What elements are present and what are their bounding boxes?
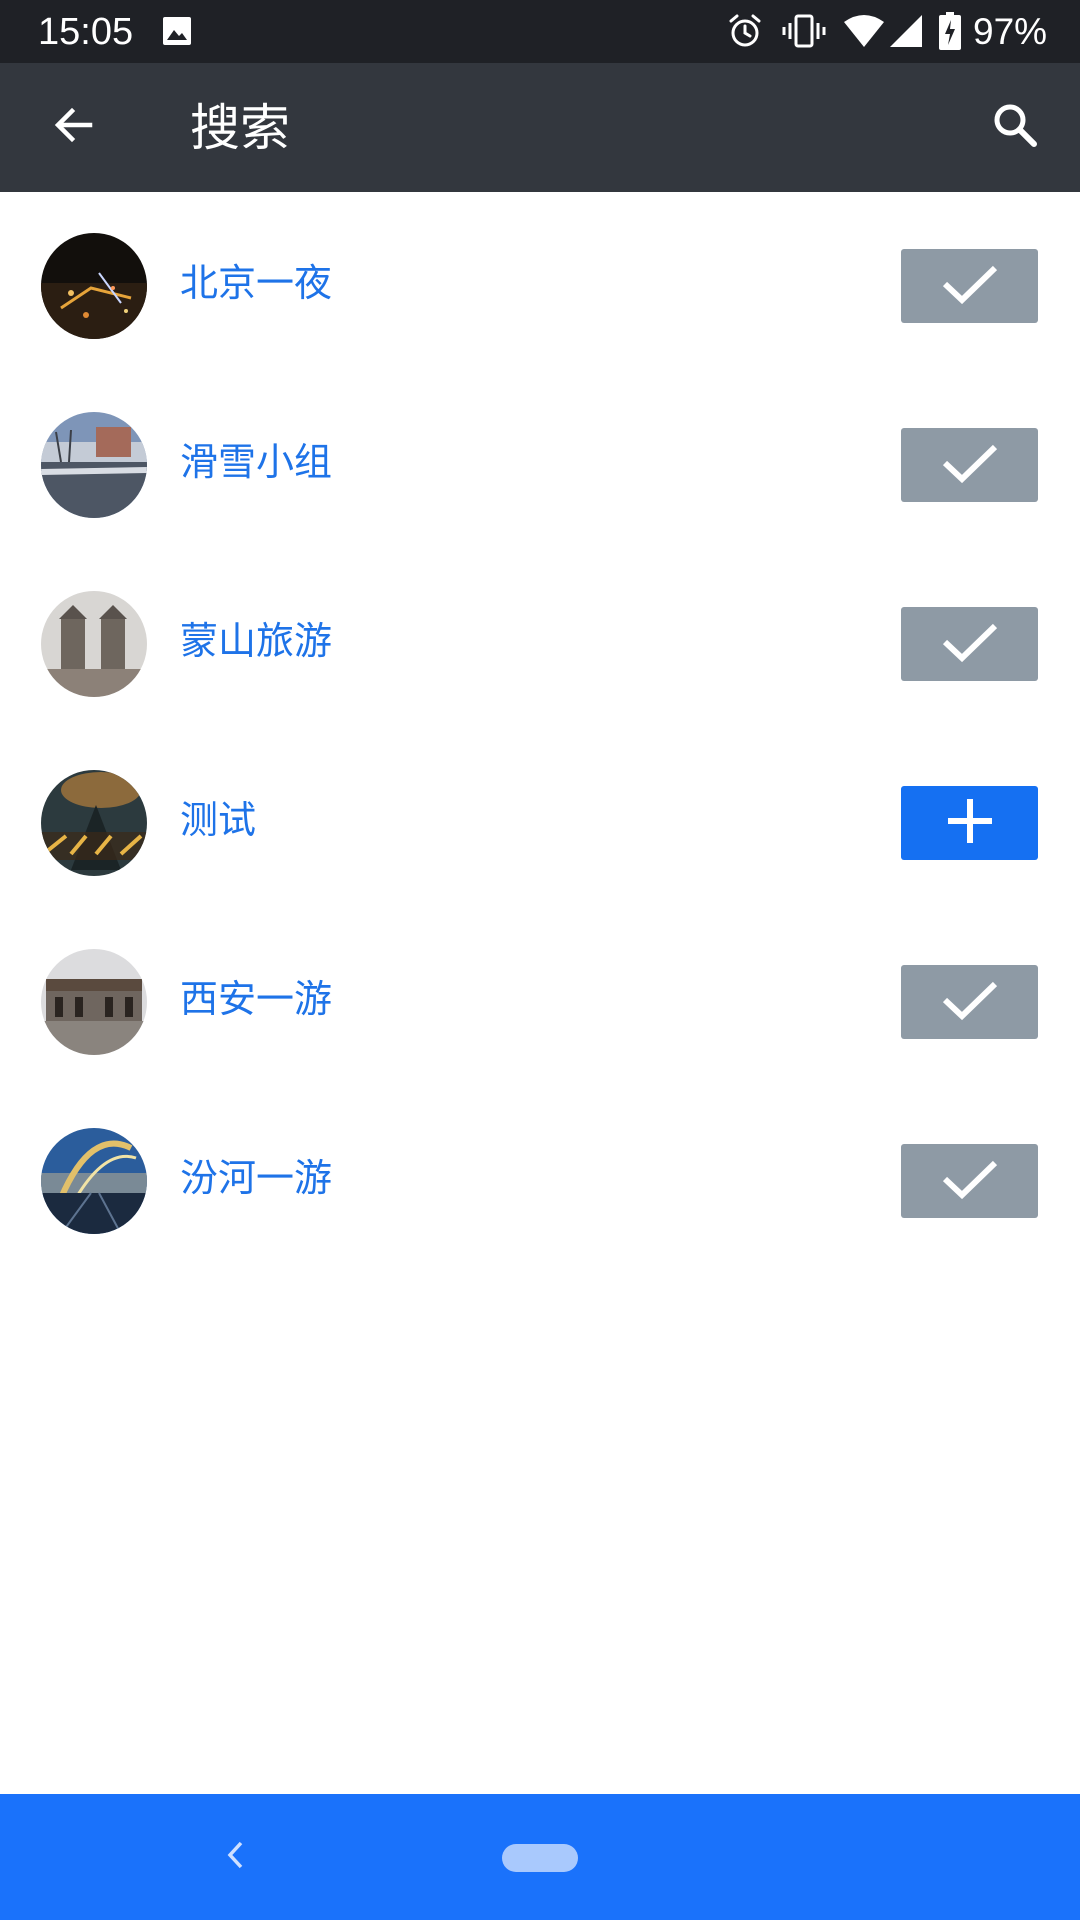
- list-item[interactable]: 滑雪小组: [0, 371, 1080, 550]
- page-title: 搜索: [190, 99, 290, 157]
- group-name[interactable]: 北京一夜: [180, 259, 332, 307]
- battery-charging-icon: [939, 12, 961, 50]
- group-name[interactable]: 蒙山旅游: [180, 617, 332, 665]
- wifi-icon: [843, 14, 885, 48]
- plus-icon: [945, 796, 995, 850]
- checkmark-icon: [940, 441, 1000, 489]
- app-bar: 搜索: [0, 63, 1080, 192]
- group-name[interactable]: 西安一游: [180, 975, 332, 1023]
- list-item[interactable]: 北京一夜: [0, 192, 1080, 371]
- list-item[interactable]: 测试: [0, 729, 1080, 908]
- joined-button[interactable]: [901, 607, 1038, 681]
- alarm-icon: [727, 13, 763, 49]
- avatar: [41, 412, 147, 518]
- add-button[interactable]: [901, 786, 1038, 860]
- search-button[interactable]: [975, 87, 1055, 167]
- checkmark-icon: [940, 620, 1000, 668]
- chevron-left-icon: [223, 1837, 247, 1877]
- checkmark-icon: [940, 978, 1000, 1026]
- status-bar: 15:05 97%: [0, 0, 1080, 63]
- list-item[interactable]: 汾河一游: [0, 1087, 1080, 1266]
- battery-percentage: 97%: [973, 11, 1048, 52]
- joined-button[interactable]: [901, 965, 1038, 1039]
- signal-icon: [889, 14, 923, 48]
- group-name[interactable]: 测试: [180, 796, 256, 844]
- gallery-icon: [162, 16, 192, 46]
- checkmark-icon: [940, 262, 1000, 310]
- search-icon: [990, 100, 1040, 154]
- joined-button[interactable]: [901, 249, 1038, 323]
- list-item[interactable]: 蒙山旅游: [0, 550, 1080, 729]
- list-item[interactable]: 西安一游: [0, 908, 1080, 1087]
- group-name[interactable]: 汾河一游: [180, 1154, 332, 1202]
- navigation-bar: [0, 1794, 1080, 1920]
- back-button[interactable]: [34, 87, 114, 167]
- checkmark-icon: [940, 1157, 1000, 1205]
- vibrate-icon: [782, 13, 826, 49]
- avatar: [41, 233, 147, 339]
- group-name[interactable]: 滑雪小组: [180, 438, 332, 486]
- avatar: [41, 1128, 147, 1234]
- avatar: [41, 949, 147, 1055]
- joined-button[interactable]: [901, 1144, 1038, 1218]
- home-pill[interactable]: [502, 1844, 578, 1872]
- nav-back-button[interactable]: [205, 1824, 265, 1890]
- arrow-left-icon: [50, 101, 98, 153]
- avatar: [41, 770, 147, 876]
- joined-button[interactable]: [901, 428, 1038, 502]
- status-time: 15:05: [38, 11, 134, 53]
- avatar: [41, 591, 147, 697]
